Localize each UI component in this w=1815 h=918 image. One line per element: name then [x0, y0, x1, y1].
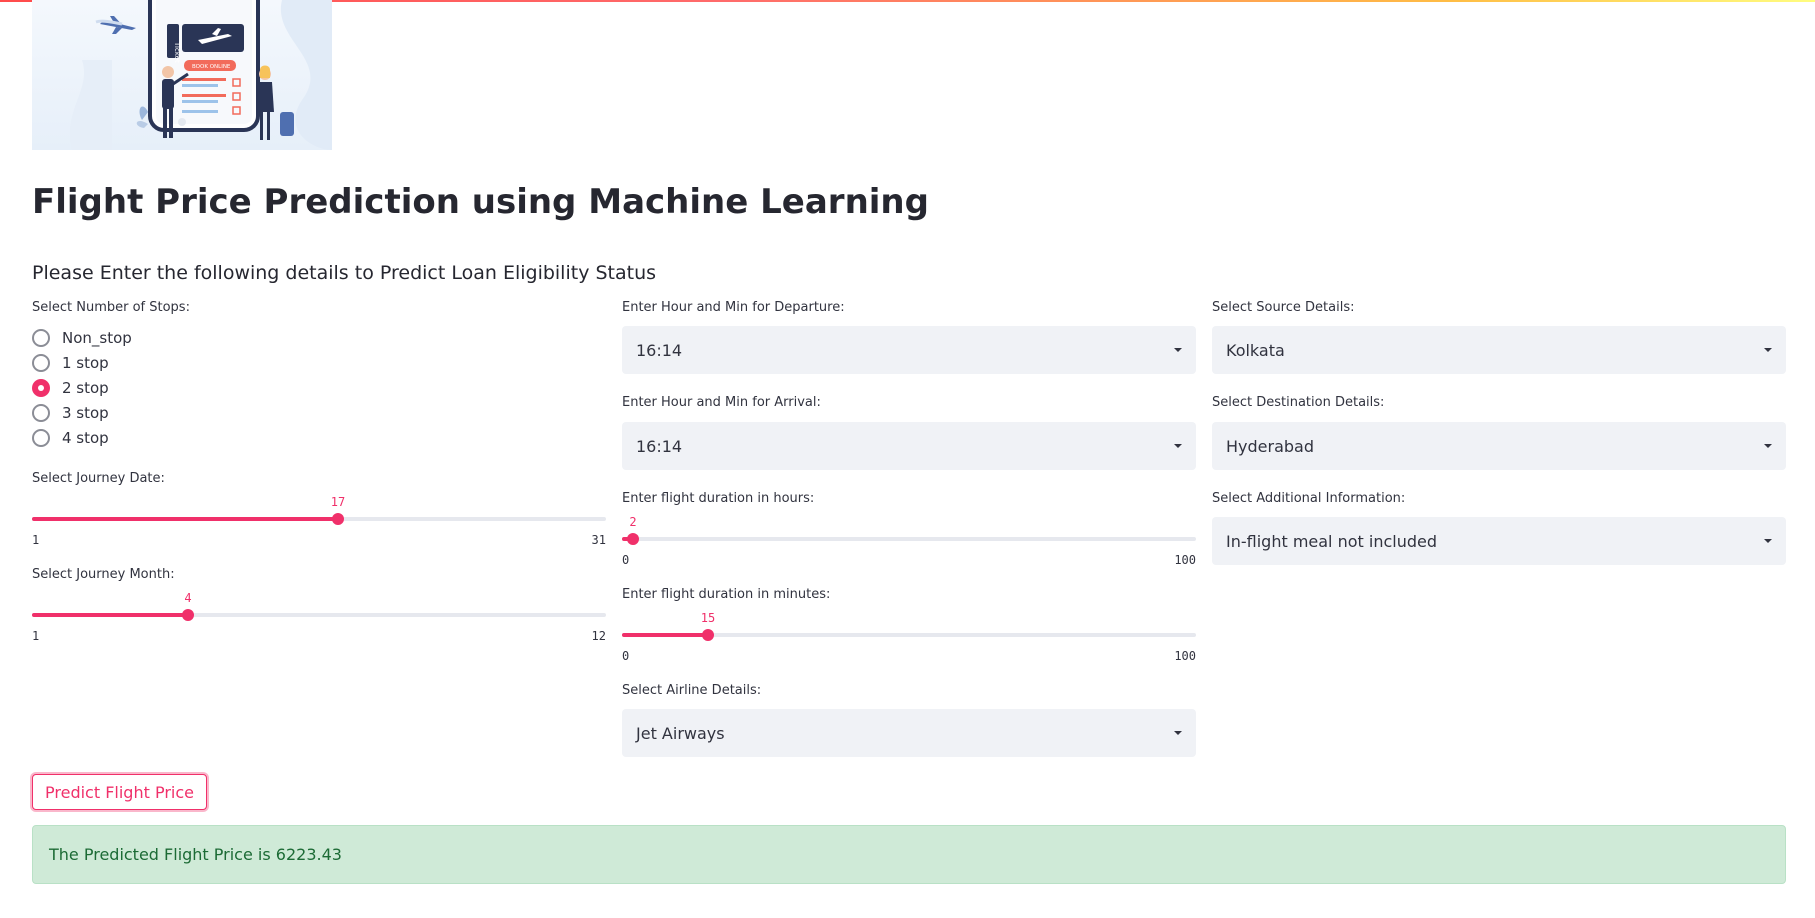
- prediction-result-text: The Predicted Flight Price is 6223.43: [49, 845, 342, 864]
- svg-text:Ticket: Ticket: [173, 41, 181, 63]
- journey-month-slider[interactable]: 4 1 12: [32, 576, 606, 643]
- slider-max: 100: [1174, 553, 1196, 567]
- destination-select[interactable]: Hyderabad: [1212, 422, 1786, 470]
- slider-max: 100: [1174, 649, 1196, 663]
- radio-label: 3 stop: [62, 404, 109, 422]
- radio-selected-icon: [32, 379, 50, 397]
- radio-option-2-stop[interactable]: 2 stop: [32, 377, 109, 399]
- slider-track: [622, 537, 1196, 541]
- arrival-label: Enter Hour and Min for Arrival:: [622, 395, 821, 410]
- slider-min: 1: [32, 533, 40, 547]
- slider-thumb[interactable]: [182, 609, 194, 621]
- slider-thumb[interactable]: [702, 629, 714, 641]
- slider-value: 4: [184, 591, 192, 605]
- duration-hours-slider[interactable]: 2 0 100: [622, 500, 1196, 567]
- radio-label: 2 stop: [62, 379, 109, 397]
- slider-min: 0: [622, 553, 630, 567]
- slider-min: 0: [622, 649, 630, 663]
- radio-option-3-stop[interactable]: 3 stop: [32, 402, 109, 424]
- source-select[interactable]: Kolkata: [1212, 326, 1786, 374]
- chevron-down-icon: [1764, 444, 1772, 448]
- radio-option-4-stop[interactable]: 4 stop: [32, 427, 109, 449]
- slider-fill: [32, 517, 338, 521]
- slider-value: 2: [629, 515, 637, 529]
- airline-value: Jet Airways: [636, 723, 725, 743]
- radio-option-non-stop[interactable]: Non_stop: [32, 327, 132, 349]
- destination-label: Select Destination Details:: [1212, 395, 1385, 410]
- additional-info-label: Select Additional Information:: [1212, 491, 1406, 506]
- journey-date-slider[interactable]: 17 1 31: [32, 480, 606, 547]
- page-title: Flight Price Prediction using Machine Le…: [32, 182, 929, 222]
- chevron-down-icon: [1174, 444, 1182, 448]
- slider-thumb[interactable]: [627, 533, 639, 545]
- source-value: Kolkata: [1226, 340, 1285, 360]
- arrival-time-select[interactable]: 16:14: [622, 422, 1196, 470]
- slider-min: 1: [32, 629, 40, 643]
- radio-circle-icon: [32, 429, 50, 447]
- predict-flight-price-button[interactable]: Predict Flight Price: [32, 774, 207, 810]
- slider-fill: [622, 633, 708, 637]
- source-label: Select Source Details:: [1212, 300, 1355, 315]
- svg-text:BOOK ONLINE: BOOK ONLINE: [192, 64, 231, 70]
- slider-fill: [32, 613, 188, 617]
- radio-circle-icon: [32, 329, 50, 347]
- additional-info-value: In-flight meal not included: [1226, 531, 1437, 551]
- airline-select[interactable]: Jet Airways: [622, 709, 1196, 757]
- departure-time-select[interactable]: 16:14: [622, 326, 1196, 374]
- stops-label: Select Number of Stops:: [32, 300, 190, 315]
- chevron-down-icon: [1174, 731, 1182, 735]
- airline-label: Select Airline Details:: [622, 683, 762, 698]
- radio-option-1-stop[interactable]: 1 stop: [32, 352, 109, 374]
- prediction-result-alert: The Predicted Flight Price is 6223.43: [32, 825, 1786, 884]
- arrival-time-value: 16:14: [636, 436, 683, 456]
- slider-value: 15: [700, 611, 716, 625]
- radio-label: 4 stop: [62, 429, 109, 447]
- hero-illustration: Ticket BOOK ONLINE: [32, 0, 332, 150]
- chevron-down-icon: [1174, 348, 1182, 352]
- duration-minutes-slider[interactable]: 15 0 100: [622, 596, 1196, 663]
- destination-value: Hyderabad: [1226, 436, 1314, 456]
- slider-max: 12: [591, 629, 606, 643]
- page-subtitle: Please Enter the following details to Pr…: [32, 262, 657, 284]
- additional-info-select[interactable]: In-flight meal not included: [1212, 517, 1786, 565]
- radio-circle-icon: [32, 404, 50, 422]
- slider-thumb[interactable]: [332, 513, 344, 525]
- chevron-down-icon: [1764, 348, 1772, 352]
- slider-max: 31: [591, 533, 606, 547]
- radio-label: Non_stop: [62, 329, 132, 347]
- radio-circle-icon: [32, 354, 50, 372]
- departure-label: Enter Hour and Min for Departure:: [622, 300, 845, 315]
- radio-label: 1 stop: [62, 354, 109, 372]
- departure-time-value: 16:14: [636, 340, 683, 360]
- booking-illustration-icon: Ticket BOOK ONLINE: [69, 0, 332, 150]
- slider-value: 17: [330, 495, 346, 509]
- chevron-down-icon: [1764, 539, 1772, 543]
